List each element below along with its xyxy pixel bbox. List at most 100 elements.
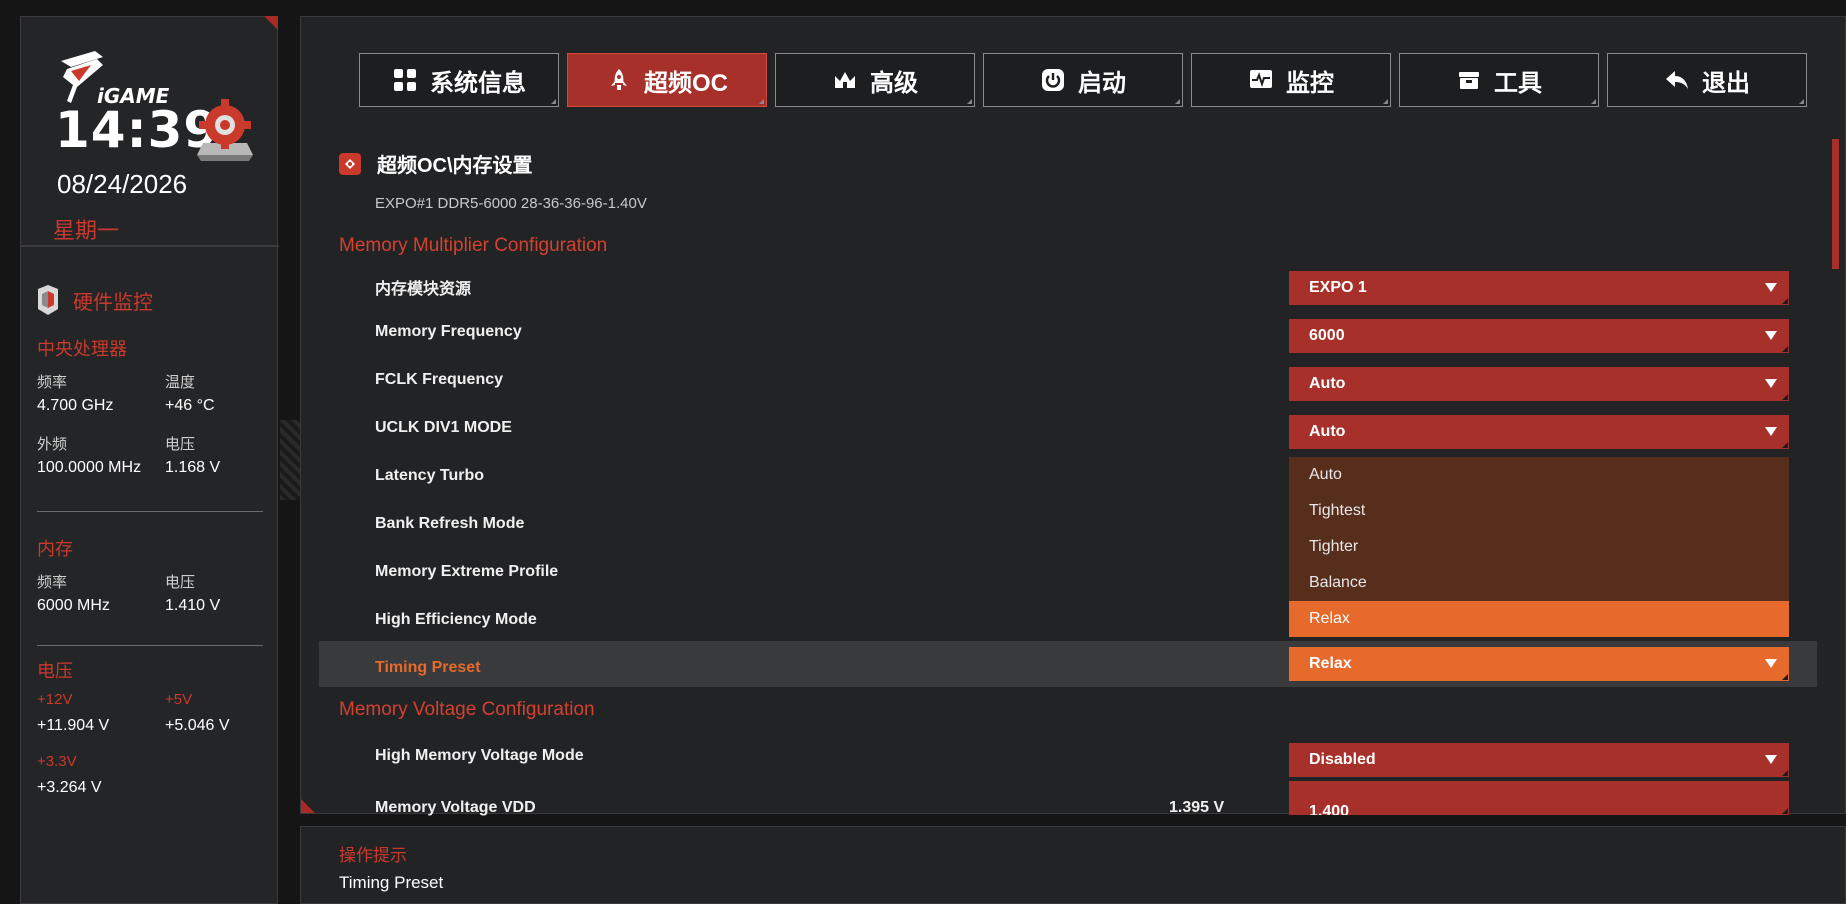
chevron-down-icon — [1765, 379, 1777, 388]
cpu-freq-value: 4.700 GHz — [37, 397, 114, 414]
section-divider — [37, 511, 263, 512]
v12-label: +12V — [37, 691, 73, 708]
chevron-down-icon — [1765, 659, 1777, 668]
menu-option-tighter[interactable]: Tighter — [1289, 529, 1789, 565]
v33-label: +3.3V — [37, 753, 77, 770]
menu-option-relax[interactable]: Relax — [1289, 601, 1789, 637]
tab-boot[interactable]: 启动 — [983, 53, 1183, 107]
dropdown-value: Auto — [1309, 375, 1346, 392]
chevron-down-icon — [1765, 283, 1777, 292]
tab-exit[interactable]: 退出 — [1607, 53, 1807, 107]
scrollbar-thumb[interactable] — [1832, 139, 1839, 269]
tab-label: 超频OC — [644, 69, 728, 97]
tab-label: 工具 — [1494, 69, 1542, 97]
cpu-section-title: 中央处理器 — [37, 339, 127, 359]
monitor-icon — [1248, 67, 1274, 93]
cpu-bclk-label: 外频 — [37, 436, 68, 453]
menu-option-tightest[interactable]: Tightest — [1289, 493, 1789, 529]
mem-freq-value: 6000 MHz — [37, 597, 110, 614]
main-panel: 系统信息 超频OC 高级 启动 监控 工具 退出 超频OC\内存设置 EXPO#… — [300, 16, 1846, 816]
row-label-memory-extreme-profile[interactable]: Memory Extreme Profile — [375, 563, 558, 581]
cpu-freq-label: 频率 — [37, 374, 68, 391]
v5-value: +5.046 V — [165, 717, 230, 734]
tab-label: 系统信息 — [430, 69, 526, 97]
row-label-timing-preset[interactable]: Timing Preset — [375, 659, 481, 677]
cpu-temp-label: 温度 — [165, 374, 196, 391]
input-memory-voltage-vdd[interactable]: 1.400 — [1289, 781, 1789, 815]
timing-preset-options-menu: Auto Tightest Tighter Balance Relax — [1289, 457, 1789, 637]
hint-text: Timing Preset — [339, 873, 444, 892]
row-label-high-efficiency-mode[interactable]: High Efficiency Mode — [375, 611, 537, 629]
row-label-module-source: 内存模块资源 — [375, 281, 472, 298]
hint-title: 操作提示 — [339, 846, 407, 865]
hint-panel: 操作提示 Timing Preset — [300, 826, 1846, 904]
mem-volt-value: 1.410 V — [165, 597, 221, 614]
tab-label: 启动 — [1078, 69, 1126, 97]
dropdown-value: Disabled — [1309, 751, 1376, 768]
memory-section-title: 内存 — [37, 539, 73, 559]
date: 08/24/2026 — [57, 169, 188, 199]
tab-system-info[interactable]: 系统信息 — [359, 53, 559, 107]
section-divider — [37, 645, 263, 646]
chevron-down-icon — [1765, 755, 1777, 764]
dropdown-value: 6000 — [1309, 327, 1345, 344]
breadcrumb-icon — [339, 152, 361, 175]
tab-label: 高级 — [870, 69, 918, 97]
tab-label: 监控 — [1286, 69, 1334, 97]
dropdown-value: Relax — [1309, 655, 1352, 672]
grid-icon — [392, 67, 418, 93]
v33-value: +3.264 V — [37, 779, 102, 796]
menu-option-balance[interactable]: Balance — [1289, 565, 1789, 601]
tab-bar: 系统信息 超频OC 高级 启动 监控 工具 退出 — [359, 53, 1807, 107]
input-value: 1.400 — [1309, 803, 1350, 815]
tab-label: 退出 — [1702, 69, 1750, 97]
group-title-voltage: Memory Voltage Configuration — [339, 699, 595, 720]
chevron-down-icon — [1765, 331, 1777, 340]
igame-logo: iGAME — [57, 47, 207, 108]
gear-robot-icon — [193, 97, 257, 163]
breadcrumb-text: 超频OC\内存设置 — [377, 155, 533, 177]
hardware-monitor-title: 硬件监控 — [73, 291, 153, 314]
dropdown-value: EXPO 1 — [1309, 279, 1367, 296]
dropdown-memory-frequency[interactable]: 6000 — [1289, 319, 1789, 353]
expo-profile-info: EXPO#1 DDR5-6000 28-36-36-96-1.40V — [375, 195, 647, 212]
row-label-latency-turbo[interactable]: Latency Turbo — [375, 467, 484, 485]
v5-label: +5V — [165, 691, 193, 708]
chip-icon — [35, 285, 61, 315]
chevron-down-icon — [1765, 427, 1777, 436]
vdd-current-readout: 1.395 V — [1169, 799, 1225, 816]
scrollbar[interactable] — [1832, 139, 1839, 799]
dropdown-module-source[interactable]: EXPO 1 — [1289, 271, 1789, 305]
v12-value: +11.904 V — [37, 717, 110, 734]
dropdown-value: Auto — [1309, 423, 1346, 440]
tab-advanced[interactable]: 高级 — [775, 53, 975, 107]
sidebar-divider — [21, 245, 279, 247]
row-label-fclk-frequency: FCLK Frequency — [375, 371, 504, 388]
crown-icon — [832, 67, 858, 93]
tab-overclock[interactable]: 超频OC — [567, 53, 767, 107]
row-label-memory-frequency: Memory Frequency — [375, 323, 522, 340]
cpu-volt-label: 电压 — [165, 436, 196, 453]
rocket-icon — [606, 67, 632, 93]
cpu-bclk-value: 100.0000 MHz — [37, 459, 142, 476]
mem-freq-label: 频率 — [37, 574, 68, 591]
dropdown-timing-preset[interactable]: Relax — [1289, 647, 1789, 681]
cpu-temp-value: +46 °C — [165, 397, 215, 414]
voltage-section-title: 电压 — [37, 661, 73, 681]
weekday: 星期一 — [53, 218, 120, 243]
tab-tools[interactable]: 工具 — [1399, 53, 1599, 107]
menu-option-auto[interactable]: Auto — [1289, 457, 1789, 493]
sidebar: iGAME 14:39 08/24/2026 星期一 硬件监控 中央处理器 频率… — [20, 16, 279, 904]
row-label-bank-refresh-mode[interactable]: Bank Refresh Mode — [375, 515, 524, 533]
panel-corner-accent — [301, 799, 315, 813]
dropdown-high-memory-voltage-mode[interactable]: Disabled — [1289, 743, 1789, 777]
tab-monitor[interactable]: 监控 — [1191, 53, 1391, 107]
dropdown-uclk-div1-mode[interactable]: Auto — [1289, 415, 1789, 449]
cpu-volt-value: 1.168 V — [165, 459, 221, 476]
power-icon — [1040, 67, 1066, 93]
dropdown-fclk-frequency[interactable]: Auto — [1289, 367, 1789, 401]
breadcrumb: 超频OC\内存设置 — [339, 149, 533, 178]
back-arrow-icon — [1664, 67, 1690, 93]
hardware-monitor-header: 硬件监控 — [35, 285, 153, 315]
row-label-uclk-div1-mode: UCLK DIV1 MODE — [375, 419, 512, 436]
